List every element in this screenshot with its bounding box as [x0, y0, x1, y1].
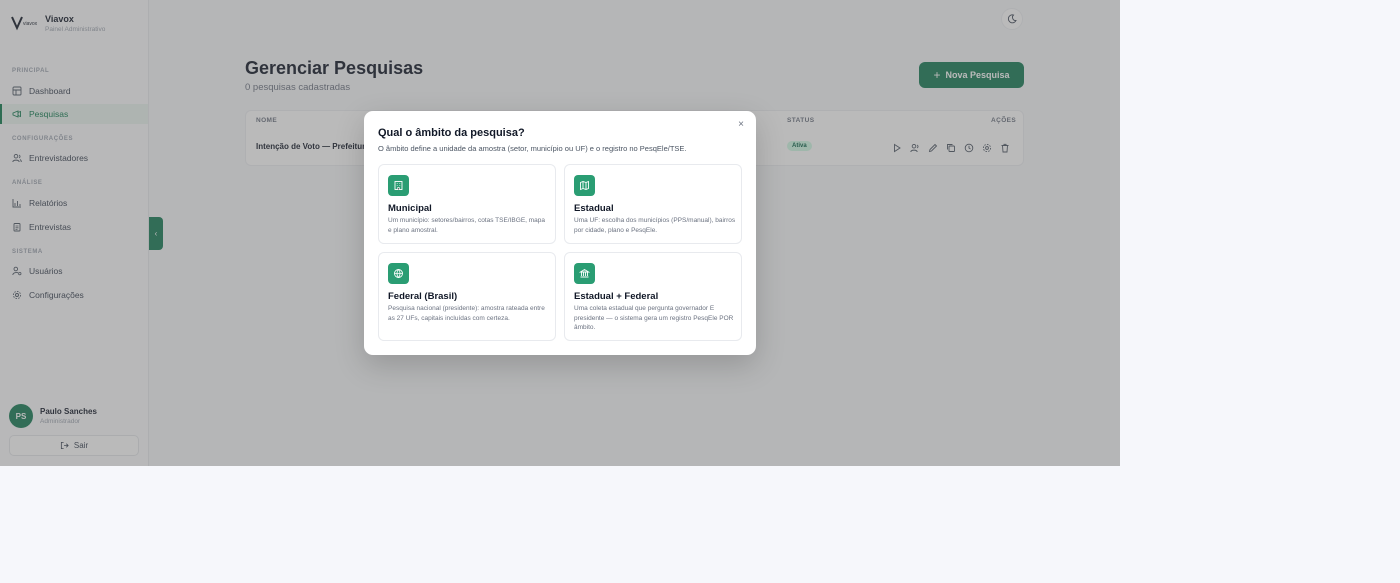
option-estadual-federal[interactable]: Estadual + Federal Uma coleta estadual q… [564, 252, 742, 341]
globe-icon [388, 263, 409, 284]
option-title: Estadual + Federal [574, 291, 659, 302]
option-description: Uma UF: escolha dos municípios (PPS/manu… [574, 217, 736, 234]
landmark-icon [574, 263, 595, 284]
option-title: Federal (Brasil) [388, 291, 458, 302]
option-estadual[interactable]: Estadual Uma UF: escolha dos municípios … [564, 164, 742, 244]
option-description: Um município: setores/bairros, cotas TSE… [388, 217, 546, 234]
modal-title: Qual o âmbito da pesquisa? [378, 127, 525, 139]
modal-description: O âmbito define a unidade da amostra (se… [378, 144, 687, 153]
option-federal[interactable]: Federal (Brasil) Pesquisa nacional (pres… [378, 252, 556, 341]
option-description: Uma coleta estadual que pergunta governa… [574, 305, 734, 331]
option-title: Estadual [574, 203, 614, 214]
scope-modal: × Qual o âmbito da pesquisa? O âmbito de… [364, 111, 756, 355]
option-description: Pesquisa nacional (presidente): amostra … [388, 305, 545, 322]
app-window: viavox Viavox Painel Administrativo PRIN… [0, 0, 1120, 466]
option-municipal[interactable]: Municipal Um município: setores/bairros,… [378, 164, 556, 244]
building-icon [388, 175, 409, 196]
map-icon [574, 175, 595, 196]
option-title: Municipal [388, 203, 432, 214]
close-icon[interactable]: × [736, 120, 746, 130]
